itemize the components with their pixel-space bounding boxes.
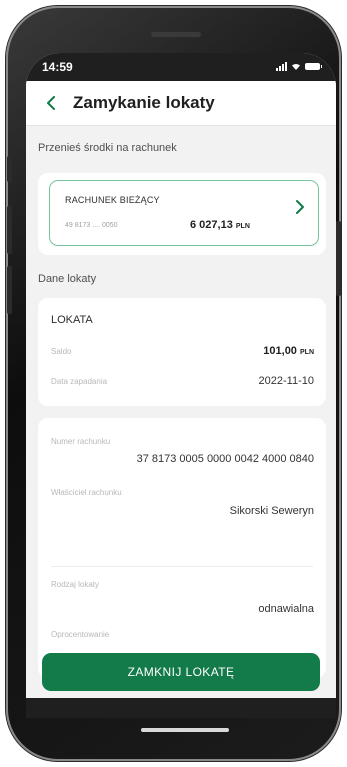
account-balance-currency: PLN bbox=[235, 223, 250, 230]
app-header: Zamykanie lokaty bbox=[26, 81, 336, 126]
power-button bbox=[336, 221, 341, 296]
details-divider bbox=[51, 566, 313, 567]
deposit-balance-amount: 101,00 bbox=[263, 345, 297, 357]
account-balance-amount: 6 027,13 bbox=[190, 219, 233, 231]
deposit-balance-value: 101,00 PLN bbox=[263, 345, 314, 357]
home-indicator[interactable] bbox=[141, 728, 229, 732]
account-owner-value: Sikorski Seweryn bbox=[229, 505, 314, 517]
status-bar: 14:59 bbox=[26, 53, 336, 81]
chevron-left-icon bbox=[47, 96, 55, 110]
chevron-right-icon bbox=[296, 200, 304, 214]
account-name: RACHUNEK BIEŻĄCY bbox=[65, 195, 160, 205]
maturity-date-value: 2022-11-10 bbox=[258, 375, 314, 387]
interest-rate-label: Oprocentowanie bbox=[51, 630, 110, 639]
deposit-balance-label: Saldo bbox=[51, 347, 72, 356]
account-number-label: Numer rachunku bbox=[51, 437, 111, 446]
status-time: 14:59 bbox=[42, 60, 73, 74]
account-number: 49 8173 .... 0050 bbox=[65, 222, 118, 229]
close-deposit-button[interactable]: ZAMKNIJ LOKATĘ bbox=[42, 653, 320, 691]
deposit-name: LOKATA bbox=[51, 314, 93, 326]
status-icons bbox=[276, 61, 322, 71]
deposit-section-title: Dane lokaty bbox=[38, 273, 97, 285]
deposit-card: LOKATA Saldo 101,00 PLN Data zapadania 2… bbox=[38, 298, 326, 406]
account-owner-label: Właściciel rachunku bbox=[51, 488, 122, 497]
target-account-selector[interactable]: RACHUNEK BIEŻĄCY 49 8173 .... 0050 6 027… bbox=[49, 180, 319, 246]
account-number-value: 37 8173 0005 0000 0042 4000 0840 bbox=[136, 453, 314, 465]
transfer-section-title: Przenieś środki na rachunek bbox=[38, 142, 177, 154]
page-title: Zamykanie lokaty bbox=[73, 93, 215, 112]
deposit-type-value: odnawialna bbox=[258, 603, 314, 615]
mute-switch bbox=[7, 156, 12, 182]
account-balance: 6 027,13 PLN bbox=[190, 219, 250, 231]
deposit-type-label: Rodzaj lokaty bbox=[51, 580, 100, 589]
speaker-grille bbox=[151, 32, 201, 37]
phone-frame: 14:59 Zamykanie lokaty Przenieś środki n… bbox=[6, 6, 341, 761]
app-screen: 14:59 Zamykanie lokaty Przenieś środki n… bbox=[26, 53, 336, 718]
signal-icon bbox=[276, 62, 287, 71]
wifi-icon bbox=[292, 63, 300, 70]
volume-up-button bbox=[7, 206, 12, 254]
deposit-details-card: Numer rachunku 37 8173 0005 0000 0042 40… bbox=[38, 418, 326, 678]
target-account-card: RACHUNEK BIEŻĄCY 49 8173 .... 0050 6 027… bbox=[38, 173, 326, 255]
battery-icon bbox=[305, 63, 322, 70]
maturity-date-label: Data zapadania bbox=[51, 377, 108, 386]
bottom-system-bar bbox=[26, 698, 336, 718]
volume-down-button bbox=[7, 266, 12, 314]
back-button[interactable] bbox=[38, 89, 64, 117]
deposit-balance-currency: PLN bbox=[300, 349, 314, 356]
